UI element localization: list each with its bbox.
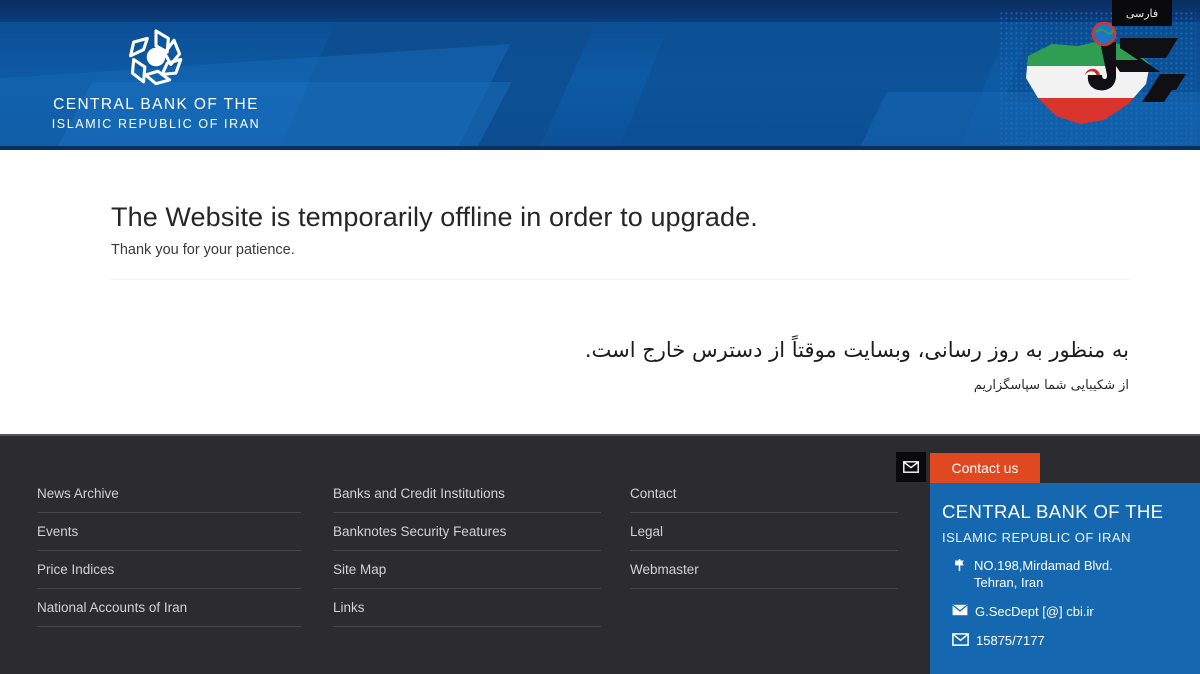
contact-address-line-2: Tehran, Iran: [974, 575, 1044, 590]
rtl-thanks: از شکیبایی شما سپاسگزاریم: [973, 378, 1129, 393]
footer-link-price-indices[interactable]: Price Indices: [37, 562, 301, 589]
site-brand[interactable]: CENTRAL BANK OF THE ISLAMIC REPUBLIC OF …: [26, 26, 286, 131]
iran-map-logo-icon: [1000, 12, 1196, 152]
contact-us-tab[interactable]: Contact us: [930, 453, 1040, 483]
main-content: The Website is temporarily offline in or…: [0, 150, 1200, 434]
footer-link-webmaster[interactable]: Webmaster: [630, 562, 898, 589]
contact-email-row[interactable]: G.SecDept [@] cbi.ir: [942, 603, 1200, 620]
page-subtitle: Thank you for your patience.: [111, 242, 295, 258]
location-pin-icon: [955, 559, 964, 572]
footer-link-contact[interactable]: Contact: [630, 486, 898, 513]
rtl-message: به منظور به روز رسانی، وبسایت موقتاً از …: [584, 338, 1129, 362]
footer-link-events[interactable]: Events: [37, 524, 301, 551]
contact-title-2: ISLAMIC REPUBLIC OF IRAN: [942, 530, 1131, 545]
contact-title-1: CENTRAL BANK OF THE: [942, 501, 1164, 522]
footer-link-banknotes-security[interactable]: Banknotes Security Features: [333, 524, 601, 551]
cbi-rosette-emblem-icon: [129, 29, 183, 86]
contact-address-line-1: NO.198,Mirdamad Blvd.: [974, 558, 1113, 573]
envelope-icon: [903, 461, 919, 473]
page-root: فارسی CENTRAL BANK OF THE ISLAMIC REPUBL…: [0, 0, 1200, 674]
brand-line-2: ISLAMIC REPUBLIC OF IRAN: [51, 117, 261, 131]
contact-postal-row: 15875/7177: [942, 632, 1200, 649]
envelope-icon: [952, 604, 968, 616]
envelope-outline-icon: [952, 633, 969, 646]
header-bottom-divider: [0, 146, 1200, 150]
footer-column-1: News Archive Events Price Indices Nation…: [37, 486, 301, 638]
contact-address: NO.198,Mirdamad Blvd. Tehran, Iran: [974, 557, 1113, 591]
footer-link-site-map[interactable]: Site Map: [333, 562, 601, 589]
footer-link-national-accounts[interactable]: National Accounts of Iran: [37, 600, 301, 627]
farsi-tab-label: فارسی: [1125, 7, 1159, 20]
contact-address-row: NO.198,Mirdamad Blvd. Tehran, Iran: [942, 557, 1200, 591]
brand-line-1: CENTRAL BANK OF THE: [53, 96, 259, 113]
footer-column-3: Contact Legal Webmaster: [630, 486, 898, 600]
contact-email: G.SecDept [@] cbi.ir: [975, 604, 1094, 619]
footer-link-banks-credit-institutions[interactable]: Banks and Credit Institutions: [333, 486, 601, 513]
contact-mail-button[interactable]: [896, 452, 926, 482]
footer-link-legal[interactable]: Legal: [630, 524, 898, 551]
footer-link-links[interactable]: Links: [333, 600, 601, 627]
footer-column-2: Banks and Credit Institutions Banknotes …: [333, 486, 601, 638]
contact-info-panel: CENTRAL BANK OF THE ISLAMIC REPUBLIC OF …: [930, 483, 1200, 674]
farsi-language-tab[interactable]: فارسی: [1112, 0, 1172, 26]
contact-postal-code: 15875/7177: [976, 633, 1045, 648]
content-divider: [111, 279, 1129, 280]
page-title: The Website is temporarily offline in or…: [111, 202, 758, 232]
contact-us-label: Contact us: [951, 460, 1019, 476]
footer-link-news-archive[interactable]: News Archive: [37, 486, 301, 513]
